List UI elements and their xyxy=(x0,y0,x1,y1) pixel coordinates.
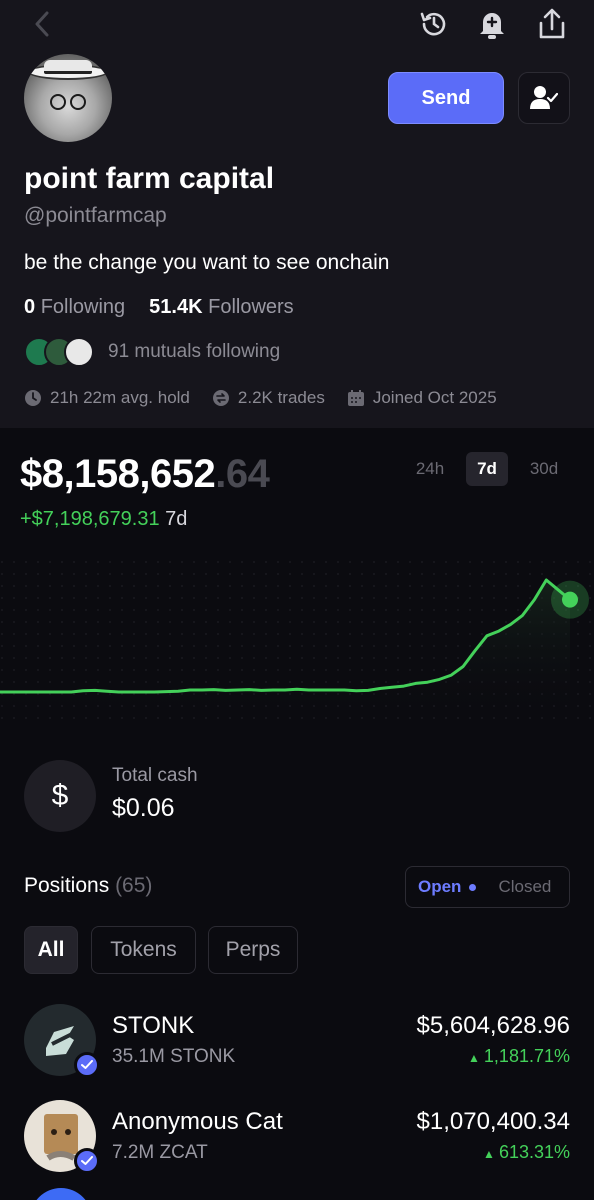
dollar-icon: $ xyxy=(24,760,96,832)
mutuals-text: 91 mutuals following xyxy=(108,341,281,362)
chevron-left-icon xyxy=(35,11,49,37)
clock-icon xyxy=(25,390,41,406)
send-button[interactable]: Send xyxy=(388,72,504,124)
filter-tokens[interactable]: Tokens xyxy=(91,926,196,974)
timeframe-24h[interactable]: 24h xyxy=(408,452,452,486)
token-change-value: 613.31% xyxy=(498,1142,570,1162)
joined-text: Joined Oct 2025 xyxy=(372,388,497,407)
arrow-up-icon: ▲ xyxy=(468,1051,480,1065)
joined-stat: Joined Oct 2025 xyxy=(347,388,497,408)
timeframe-30d[interactable]: 30d xyxy=(522,452,566,486)
bell-plus-icon xyxy=(480,13,504,39)
change-value: +$7,198,679.31 xyxy=(20,508,160,530)
token-name: Anonymous Cat xyxy=(112,1108,283,1135)
swap-icon xyxy=(212,390,229,406)
open-dot-icon xyxy=(469,883,477,891)
toggle-closed[interactable]: Closed xyxy=(498,877,551,897)
token-value: $5,604,628.96 xyxy=(416,1012,570,1039)
followers-count: 51.4K xyxy=(149,296,203,318)
follow-button[interactable] xyxy=(518,72,570,124)
chart-endpoint xyxy=(562,591,578,608)
verified-badge-icon xyxy=(74,1148,100,1174)
filter-perps[interactable]: Perps xyxy=(208,926,298,974)
toggle-open-label: Open xyxy=(418,877,462,896)
trades-stat: 2.2K trades xyxy=(212,388,325,408)
share-button[interactable] xyxy=(532,4,572,44)
profile-stats: 21h 22m avg. hold 2.2K trades Joined Oct… xyxy=(24,388,497,408)
position-row-stonk[interactable]: STONK 35.1M STONK $5,604,628.96 ▲ 1,181.7… xyxy=(0,1004,594,1078)
notifications-button[interactable] xyxy=(474,6,510,42)
portfolio-balance: $8,158,652.64 xyxy=(20,452,270,497)
token-amount: 35.1M STONK xyxy=(112,1046,236,1067)
mutuals-row[interactable]: 91 mutuals following xyxy=(24,336,280,368)
balance-main: $8,158,652 xyxy=(20,452,216,496)
back-button[interactable] xyxy=(28,8,56,40)
history-icon xyxy=(420,12,446,36)
mutual-avatar xyxy=(64,337,94,367)
calendar-icon xyxy=(347,390,364,406)
filter-all[interactable]: All xyxy=(24,926,78,974)
trades-text: 2.2K trades xyxy=(237,388,325,407)
followers-label: Followers xyxy=(208,296,294,318)
balance-cents: .64 xyxy=(215,452,270,496)
next-token-avatar xyxy=(30,1188,92,1200)
portfolio-chart xyxy=(0,560,594,720)
user-check-icon xyxy=(530,86,558,109)
following-link[interactable]: 0 Following xyxy=(24,296,125,319)
verified-badge-icon xyxy=(74,1052,100,1078)
following-count: 0 xyxy=(24,296,36,318)
avg-hold-text: 21h 22m avg. hold xyxy=(50,388,190,407)
change-period: 7d xyxy=(165,508,188,530)
profile-avatar xyxy=(24,54,112,142)
position-row-zcat[interactable]: Anonymous Cat 7.2M ZCAT $1,070,400.34 ▲ 6… xyxy=(0,1100,594,1174)
arrow-up-icon: ▲ xyxy=(483,1147,495,1161)
timeframe-7d[interactable]: 7d xyxy=(466,452,508,486)
positions-count: (65) xyxy=(115,874,153,897)
profile-name: point farm capital xyxy=(24,162,275,195)
token-name: STONK xyxy=(112,1012,195,1039)
followers-link[interactable]: 51.4K Followers xyxy=(149,296,294,319)
portfolio-change: +$7,198,679.31 7d xyxy=(20,508,187,531)
follow-counts: 0 Following 51.4K Followers xyxy=(24,296,294,319)
token-change: ▲ 1,181.71% xyxy=(468,1046,570,1067)
history-button[interactable] xyxy=(416,6,452,42)
avg-hold-stat: 21h 22m avg. hold xyxy=(24,388,190,408)
token-value: $1,070,400.34 xyxy=(416,1108,570,1135)
profile-bio: be the change you want to see onchain xyxy=(24,251,390,274)
following-label: Following xyxy=(40,296,126,318)
toggle-open[interactable]: Open xyxy=(418,877,477,897)
open-closed-toggle: Open Closed xyxy=(405,866,570,908)
profile-handle: @pointfarmcap xyxy=(24,204,167,227)
total-cash-label: Total cash xyxy=(112,765,198,786)
total-cash-value: $0.06 xyxy=(112,794,175,822)
positions-label: Positions xyxy=(24,874,110,897)
share-icon xyxy=(539,8,565,39)
positions-title: Positions (65) xyxy=(24,874,152,898)
token-amount: 7.2M ZCAT xyxy=(112,1142,208,1163)
token-change: ▲ 613.31% xyxy=(483,1142,570,1163)
token-change-value: 1,181.71% xyxy=(483,1046,570,1066)
